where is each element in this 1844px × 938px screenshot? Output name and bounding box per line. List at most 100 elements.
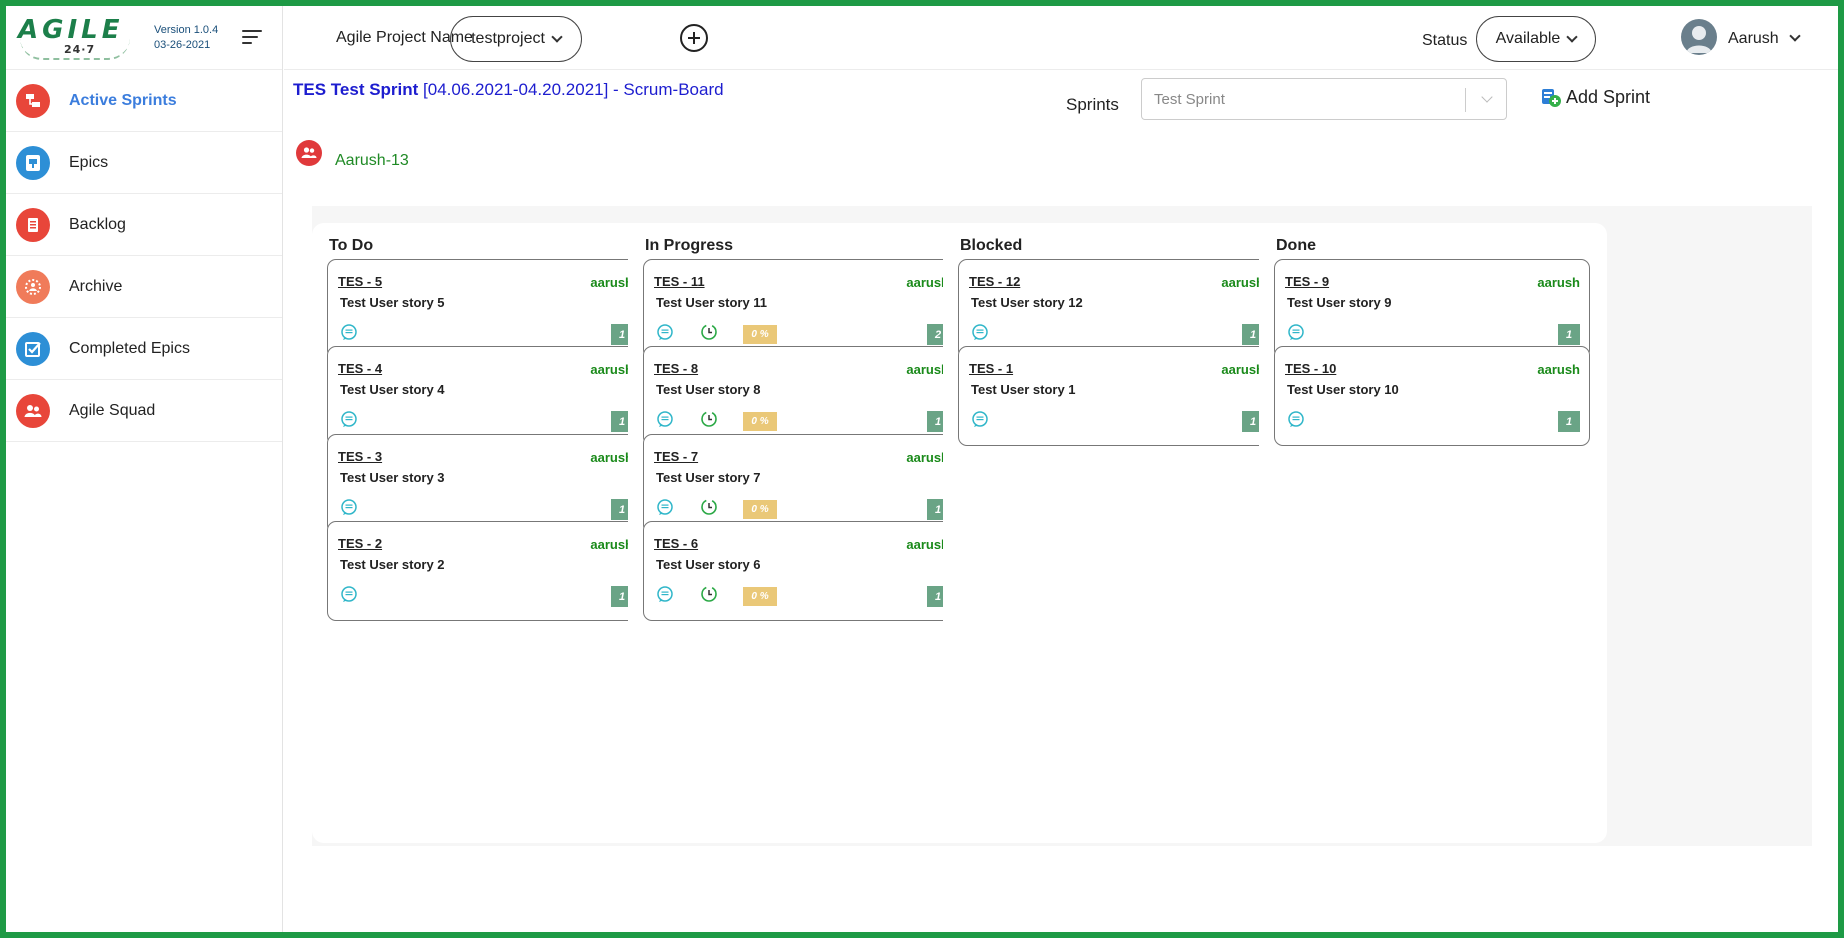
user-menu-chevron-icon[interactable] bbox=[1789, 30, 1801, 42]
comment-icon[interactable] bbox=[340, 323, 358, 341]
version-info: Version 1.0.4 03-26-2021 bbox=[154, 23, 218, 53]
progress-badge: 0 % bbox=[743, 500, 777, 519]
sprints-label: Sprints bbox=[1066, 95, 1119, 114]
agile-squad-icon bbox=[16, 393, 50, 428]
chevron-down-icon[interactable] bbox=[1481, 91, 1493, 103]
clock-icon[interactable] bbox=[700, 410, 718, 428]
story-card[interactable]: TES - 6 aarush Test User story 60 % 1 bbox=[643, 521, 959, 621]
sidebar: AGILE 24·7 Version 1.0.4 03-26-2021 Acti… bbox=[6, 6, 283, 932]
story-owner: aarush bbox=[1221, 275, 1264, 290]
story-card[interactable]: TES - 7 aarush Test User story 70 % 1 bbox=[643, 434, 959, 534]
add-sprint-icon bbox=[1542, 89, 1561, 107]
story-title: Test User story 5 bbox=[340, 295, 445, 310]
story-id-link[interactable]: TES - 8 bbox=[654, 361, 698, 376]
status-select[interactable]: Available bbox=[1476, 16, 1596, 62]
clock-icon[interactable] bbox=[700, 323, 718, 341]
clock-icon[interactable] bbox=[700, 498, 718, 516]
story-id-link[interactable]: TES - 9 bbox=[1285, 274, 1329, 289]
sidebar-item-label: Agile Squad bbox=[69, 401, 156, 419]
add-project-icon[interactable] bbox=[680, 24, 708, 52]
column-to-do: To Do TES - 5 aarush Test User story 5 1 TES … bbox=[312, 223, 660, 843]
add-sprint-button[interactable]: Add Sprint bbox=[1540, 86, 1650, 108]
comment-icon[interactable] bbox=[656, 410, 674, 428]
story-card[interactable]: TES - 10 aarush Test User story 10 1 bbox=[1274, 346, 1590, 446]
column-done: Done TES - 9 aarush Test User story 9 1 TES -… bbox=[1259, 223, 1607, 843]
column-blocked: Blocked TES - 12 aarush Test User story 12 1… bbox=[943, 223, 1291, 843]
comment-icon[interactable] bbox=[1287, 410, 1305, 428]
story-id-link[interactable]: TES - 7 bbox=[654, 449, 698, 464]
add-sprint-label: Add Sprint bbox=[1566, 86, 1651, 107]
story-owner: aarush bbox=[1537, 362, 1580, 377]
version-number: Version 1.0.4 bbox=[154, 23, 219, 36]
top-header: Agile Project Name testproject Status Av… bbox=[284, 6, 1838, 70]
story-card[interactable]: TES - 12 aarush Test User story 12 1 bbox=[958, 259, 1274, 359]
app-logo[interactable]: AGILE 24·7 bbox=[18, 16, 142, 60]
story-id-link[interactable]: TES - 4 bbox=[338, 361, 382, 376]
sidebar-item-label: Epics bbox=[69, 153, 109, 171]
comment-icon[interactable] bbox=[656, 585, 674, 603]
archive-icon bbox=[16, 269, 50, 304]
comment-icon[interactable] bbox=[340, 498, 358, 516]
comment-icon[interactable] bbox=[971, 323, 989, 341]
sidebar-item-archive[interactable]: Archive bbox=[6, 256, 282, 318]
comment-icon[interactable] bbox=[656, 498, 674, 516]
story-id-link[interactable]: TES - 11 bbox=[654, 274, 705, 289]
story-title: Test User story 4 bbox=[340, 382, 445, 397]
backlog-icon bbox=[16, 207, 50, 242]
comment-icon[interactable] bbox=[340, 410, 358, 428]
story-title: Test User story 9 bbox=[1287, 295, 1392, 310]
story-owner: aarush bbox=[590, 537, 633, 552]
sidebar-item-label: Completed Epics bbox=[69, 339, 190, 357]
sidebar-item-active-sprints[interactable]: Active Sprints bbox=[6, 70, 282, 132]
member-group-icon bbox=[296, 140, 322, 166]
sidebar-item-label: Archive bbox=[69, 277, 123, 295]
story-id-link[interactable]: TES - 10 bbox=[1285, 361, 1336, 376]
project-select-value: testproject bbox=[471, 30, 545, 47]
progress-badge: 0 % bbox=[743, 325, 777, 344]
story-card[interactable]: TES - 11 aarush Test User story 11 0 % 2 bbox=[643, 259, 959, 359]
clock-icon[interactable] bbox=[700, 585, 718, 603]
comment-icon[interactable] bbox=[656, 323, 674, 341]
story-id-link[interactable]: TES - 6 bbox=[654, 536, 698, 551]
user-name[interactable]: Aarush bbox=[1728, 30, 1779, 48]
menu-toggle-icon[interactable] bbox=[242, 29, 264, 46]
sidebar-item-agile-squad[interactable]: Agile Squad bbox=[6, 380, 282, 442]
completed-epics-icon bbox=[16, 331, 50, 366]
column-title: Blocked bbox=[960, 237, 1023, 254]
comment-icon[interactable] bbox=[340, 585, 358, 603]
sidebar-nav: Active Sprints Epics Backlog Archive Complet… bbox=[6, 70, 282, 442]
user-avatar[interactable] bbox=[1681, 19, 1717, 55]
sprint-name: TES Test Sprint bbox=[293, 80, 419, 99]
story-card[interactable]: TES - 1 aarush Test User story 11 bbox=[958, 346, 1274, 446]
chevron-down-icon bbox=[551, 30, 563, 43]
brand-bar: AGILE 24·7 Version 1.0.4 03-26-2021 bbox=[6, 6, 282, 70]
story-id-link[interactable]: TES - 1 bbox=[969, 361, 1013, 376]
story-card[interactable]: TES - 4 aarush Test User story 41 bbox=[327, 346, 643, 446]
story-card[interactable]: TES - 2 aarush Test User story 21 bbox=[327, 521, 643, 621]
sidebar-item-completed-epics[interactable]: Completed Epics bbox=[6, 318, 282, 380]
logo-subtext: 24·7 bbox=[64, 42, 96, 56]
story-title: Test User story 8 bbox=[656, 382, 761, 397]
member-name[interactable]: Aarush-13 bbox=[335, 152, 409, 170]
story-id-link[interactable]: TES - 3 bbox=[338, 449, 382, 464]
story-title: Test User story 2 bbox=[340, 557, 445, 572]
comment-icon[interactable] bbox=[971, 410, 989, 428]
sidebar-item-epics[interactable]: Epics bbox=[6, 132, 282, 194]
sidebar-item-backlog[interactable]: Backlog bbox=[6, 194, 282, 256]
story-id-link[interactable]: TES - 12 bbox=[969, 274, 1020, 289]
project-select[interactable]: testproject bbox=[450, 16, 582, 62]
story-card[interactable]: TES - 3 aarush Test User story 31 bbox=[327, 434, 643, 534]
active-sprints-icon bbox=[16, 83, 50, 118]
story-owner: aarush bbox=[590, 362, 633, 377]
sprint-select[interactable]: Test Sprint bbox=[1141, 78, 1507, 120]
story-owner: aarush bbox=[590, 275, 633, 290]
story-id-link[interactable]: TES - 5 bbox=[338, 274, 382, 289]
story-id-link[interactable]: TES - 2 bbox=[338, 536, 382, 551]
story-points-badge: 1 bbox=[1558, 324, 1580, 345]
story-card[interactable]: TES - 8 aarush Test User story 80 % 1 bbox=[643, 346, 959, 446]
comment-icon[interactable] bbox=[1287, 323, 1305, 341]
story-title: Test User story 7 bbox=[656, 470, 761, 485]
story-card[interactable]: TES - 5 aarush Test User story 51 bbox=[327, 259, 643, 359]
story-title: Test User story 1 bbox=[971, 382, 1076, 397]
story-card[interactable]: TES - 9 aarush Test User story 9 1 bbox=[1274, 259, 1590, 359]
